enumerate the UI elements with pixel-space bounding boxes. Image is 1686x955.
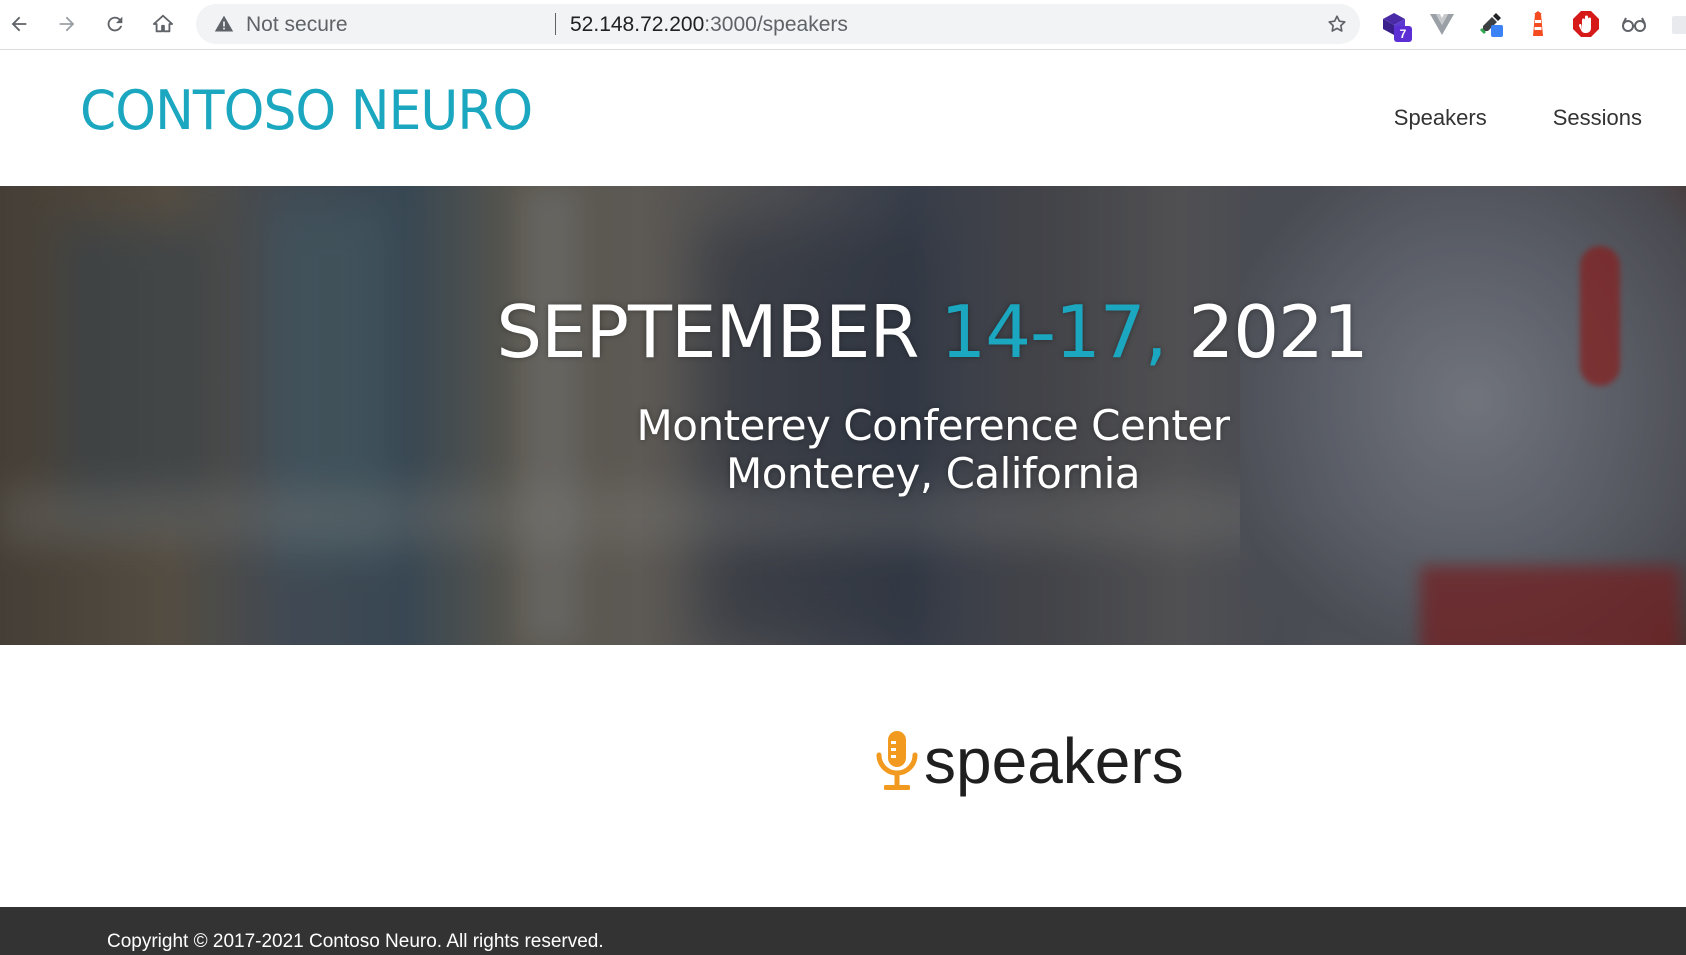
venue-name: Monterey Conference Center [636,401,1230,450]
event-date-month: SEPTEMBER [496,290,919,374]
microphone-icon [876,731,918,790]
browser-toolbar: Not secure 52.148.72.200:3000/speakers 7 [0,0,1686,50]
hero-banner: SEPTEMBER 14-17, 2021 Monterey Conferenc… [0,186,1686,645]
site-footer: Copyright © 2017-2021 Contoso Neuro. All… [0,907,1686,955]
arrow-right-icon [59,16,75,32]
site-header: CONTOSO NEURO Speakers Sessions [0,51,1686,186]
forward-button[interactable] [50,7,84,41]
extension-button-3[interactable] [1476,10,1504,38]
reload-button[interactable] [98,7,132,41]
extension-button-1[interactable]: 7 [1380,10,1412,42]
extension-button-7[interactable] [1666,10,1686,38]
arrow-left-icon [11,16,27,32]
extension-button-4[interactable] [1524,10,1552,38]
back-button[interactable] [2,7,36,41]
nav-link-speakers[interactable]: Speakers [1394,105,1487,131]
event-venue: Monterey Conference Center Monterey, Cal… [0,402,1686,498]
adblock-hand-icon [1573,11,1599,37]
main-nav: Speakers Sessions [1394,105,1642,131]
event-date-year: 2021 [1188,290,1368,374]
reload-icon [107,16,123,32]
url-path: :3000/speakers [704,13,848,36]
vue-devtools-icon [1430,14,1454,35]
url-host: 52.148.72.200 [570,13,705,36]
extension-button-6[interactable] [1620,10,1648,38]
site-logo[interactable]: CONTOSO NEURO [80,79,533,142]
event-date-days: 14-17, [940,290,1167,374]
omnibox-divider [555,13,556,35]
home-icon [152,14,174,33]
lighthouse-icon [1533,11,1543,36]
warning-icon[interactable] [214,14,234,34]
venue-location: Monterey, California [725,449,1141,498]
main-content: speakers [0,645,1686,907]
event-date: SEPTEMBER 14-17, 2021 [0,290,1686,374]
eyedropper-icon [1479,13,1503,37]
url-text[interactable]: 52.148.72.200:3000/speakers [570,13,848,37]
nav-link-sessions[interactable]: Sessions [1553,105,1642,131]
puzzle-icon [1672,16,1686,34]
section-heading: speakers [874,727,1184,795]
address-bar[interactable]: Not secure 52.148.72.200:3000/speakers [196,4,1360,44]
bookmark-star-icon[interactable] [1326,13,1348,35]
extension-badge: 7 [1394,26,1412,42]
copyright-text: Copyright © 2017-2021 Contoso Neuro. All… [107,931,604,952]
extension-button-5[interactable] [1572,10,1600,38]
security-status[interactable]: Not secure [246,13,348,37]
home-button[interactable] [146,7,180,41]
section-title: speakers [924,725,1184,797]
glasses-icon [1622,17,1646,32]
extension-button-2[interactable] [1428,10,1456,38]
